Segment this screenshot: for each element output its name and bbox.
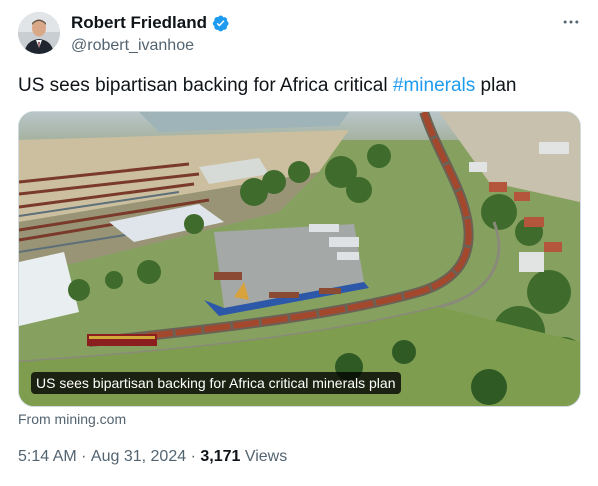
author-display-name[interactable]: Robert Friedland bbox=[71, 13, 207, 33]
tweet-text-before: US sees bipartisan backing for Africa cr… bbox=[18, 75, 393, 96]
link-card-image[interactable]: US sees bipartisan backing for Africa cr… bbox=[18, 111, 581, 407]
avatar-image bbox=[18, 12, 60, 54]
aerial-railway-photo bbox=[19, 112, 580, 406]
more-options-button[interactable] bbox=[557, 11, 585, 33]
more-options-icon bbox=[563, 20, 579, 24]
author-handle[interactable]: @robert_ivanhoe bbox=[71, 37, 194, 55]
views-count: 3,171 bbox=[200, 448, 241, 465]
tweet-text: US sees bipartisan backing for Africa cr… bbox=[18, 74, 516, 98]
avatar[interactable] bbox=[18, 12, 60, 54]
meta-separator-2: · bbox=[186, 448, 201, 465]
tweet[interactable]: Robert Friedland @robert_ivanhoe US sees… bbox=[0, 0, 598, 486]
meta-separator: · bbox=[76, 448, 91, 465]
author-name-row: Robert Friedland bbox=[71, 13, 230, 33]
tweet-metadata: 5:14 AM · Aug 31, 2024 · 3,171 Views bbox=[18, 448, 287, 466]
verified-badge-icon bbox=[211, 14, 230, 33]
card-caption: US sees bipartisan backing for Africa cr… bbox=[31, 372, 401, 394]
views-label: Views bbox=[240, 448, 288, 465]
tweet-text-after: plan bbox=[475, 75, 517, 96]
hashtag-link[interactable]: #minerals bbox=[393, 75, 475, 96]
tweet-time[interactable]: 5:14 AM bbox=[18, 448, 77, 466]
card-source[interactable]: From mining.com bbox=[18, 411, 126, 427]
tweet-date[interactable]: Aug 31, 2024 bbox=[91, 448, 186, 466]
